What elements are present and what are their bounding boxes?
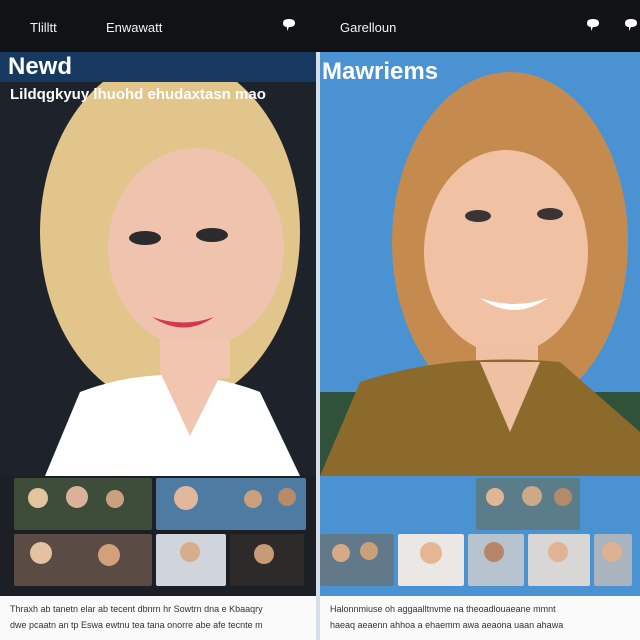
left-text-line-2: dwe pcaatn an tp Eswa ewtnu tea tana ono… [10, 620, 263, 630]
left-profile-panel: Tlilltt Enwawatt Newd Lildqgkyuy lhuohd … [0, 0, 320, 640]
thumbnail[interactable] [320, 534, 394, 586]
right-thumb-row-1 [476, 478, 580, 530]
right-thumb-row-2 [320, 534, 632, 586]
right-hero-photo [320, 52, 640, 476]
right-top-center-label[interactable]: Garelloun [340, 20, 396, 35]
thumbnail[interactable] [398, 534, 464, 586]
left-subline: Lildqgkyuy lhuohd ehudaxtasn mao [10, 86, 266, 103]
thumbnail[interactable] [528, 534, 590, 586]
left-top-label[interactable]: Tlilltt [30, 20, 57, 35]
left-thumb-row-2 [14, 534, 304, 586]
left-top-bar: Tlilltt Enwawatt [0, 0, 320, 52]
right-article-text: Halonnmiuse oh aggaalltnvme na theoadlou… [320, 596, 640, 640]
right-text-line-2: haeaq aeaenn ahhoa a ehaemm awa aeaona u… [330, 620, 564, 630]
chat-bubble-icon[interactable] [282, 18, 296, 32]
right-headline: Mawriems [322, 58, 439, 85]
right-text-line-1: Halonnmiuse oh aggaalltnvme na theoadlou… [330, 604, 556, 614]
left-headline: Newd [8, 53, 73, 80]
left-headline-bar: Newd [0, 52, 316, 82]
thumbnail[interactable] [468, 534, 524, 586]
left-text-line-1: Thraxh ab tanetn elar ab tecent dbnrn hr… [10, 604, 263, 614]
right-top-bar: Garelloun [320, 0, 640, 52]
left-hero-photo [0, 52, 320, 476]
thumbnail[interactable] [14, 534, 152, 586]
thumbnail[interactable] [156, 478, 306, 530]
right-profile-panel: Garelloun Mawriems Halonnmiuse oh aggaal… [320, 0, 640, 640]
left-thumb-row-1 [14, 478, 306, 530]
thumbnail[interactable] [14, 478, 152, 530]
panel-divider [316, 52, 320, 640]
thumbnail[interactable] [594, 534, 632, 586]
chat-bubble-icon[interactable] [624, 18, 638, 32]
left-article-text: Thraxh ab tanetn elar ab tecent dbnrn hr… [0, 596, 320, 640]
thumbnail[interactable] [476, 478, 580, 530]
left-top-center-label[interactable]: Enwawatt [106, 20, 162, 35]
thumbnail[interactable] [230, 534, 304, 586]
chat-bubble-icon[interactable] [586, 18, 600, 32]
thumbnail[interactable] [156, 534, 226, 586]
